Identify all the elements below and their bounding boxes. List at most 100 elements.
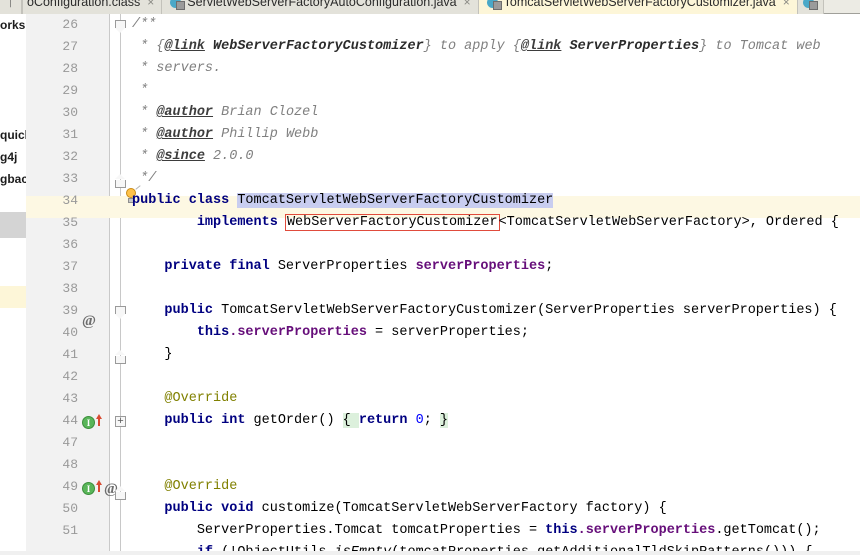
matched-brace-open: { — [342, 413, 359, 428]
field-reference: serverProperties — [237, 325, 367, 340]
line-number: 42 — [62, 369, 78, 384]
code-line-28[interactable]: * servers. — [132, 58, 860, 80]
javadoc-since-value: 2.0.0 — [204, 149, 254, 164]
keyword-public-class: public class — [132, 193, 238, 208]
line-number: 47 — [62, 435, 78, 450]
closing-brace: } — [164, 347, 173, 362]
tab-close-icon[interactable]: × — [147, 0, 154, 8]
code-line-48[interactable]: @Override — [132, 476, 860, 498]
javadoc-link-tag: @link — [520, 39, 562, 54]
code-line-26[interactable]: /** — [132, 14, 860, 36]
line-number: 37 — [62, 259, 78, 274]
highlighted-interface-name[interactable]: WebServerFactoryCustomizer — [284, 214, 500, 231]
field-reference: serverProperties — [585, 523, 716, 538]
project-tree-item[interactable] — [0, 286, 26, 308]
code-line-39[interactable]: public TomcatServletWebServerFactoryCust… — [132, 300, 860, 322]
keyword-this: this — [545, 523, 578, 538]
tab-bar-left-control[interactable]: ⏐ — [0, 0, 22, 14]
tab-oconfiguration-class[interactable]: oConfiguration.class × — [22, 0, 163, 14]
project-tree-item-label: orksp — [0, 18, 26, 32]
project-tree-item[interactable]: gbac — [0, 168, 26, 190]
method-call-gettomcat: .getTomcat(); — [715, 523, 821, 538]
javadoc-open: /** — [132, 17, 157, 32]
line-number: 31 — [62, 127, 78, 142]
field-type: ServerProperties — [277, 259, 416, 274]
line-number: 36 — [62, 237, 78, 252]
code-line-50[interactable]: ServerProperties.Tomcat tomcatProperties… — [132, 520, 860, 542]
java-class-icon — [802, 0, 818, 10]
code-line-29[interactable]: * — [132, 80, 860, 102]
override-annotation: @Override — [164, 391, 238, 406]
line-number: 50 — [62, 501, 78, 516]
code-text-area[interactable]: /** * {@link WebServerFactoryCustomizer}… — [110, 14, 860, 555]
project-tree-item-label: quick — [0, 128, 26, 142]
code-line-31[interactable]: * @author Phillip Webb — [132, 124, 860, 146]
implementing-method-icon[interactable]: I — [82, 482, 95, 495]
line-number: 38 — [62, 281, 78, 296]
project-panel[interactable]: orksp quick g4j gbac — [0, 14, 26, 555]
line-number: 41 — [62, 347, 78, 362]
javadoc-text: * — [132, 149, 157, 164]
code-line-33[interactable]: */ — [132, 168, 860, 190]
javadoc-text: * — [132, 83, 149, 98]
dot-operator: . — [577, 523, 586, 538]
keyword-this: this — [196, 325, 230, 340]
ide-window: orksp quick g4j gbac 26 27 28 29 30 31 3… — [0, 0, 860, 555]
editor-tab-bar[interactable]: ⏐ oConfiguration.class × ServletWebServe… — [0, 0, 860, 14]
matched-brace-close: } — [439, 413, 448, 428]
code-editor[interactable]: 26 27 28 29 30 31 32 33 34 35 36 37 38 3… — [26, 14, 860, 555]
project-tree-item-label: gbac — [0, 172, 26, 186]
tab-servletwebserverfactoryautoconfiguration-java[interactable]: ServletWebServerFactoryAutoConfiguration… — [162, 0, 479, 14]
line-number: 51 — [62, 523, 78, 538]
line-number: 35 — [62, 215, 78, 230]
javadoc-author-value: Brian Clozel — [213, 105, 319, 120]
code-line-40[interactable]: this.serverProperties = serverProperties… — [132, 322, 860, 344]
class-name-identifier[interactable]: TomcatServletWebServerFactoryCustomizer — [237, 193, 554, 208]
javadoc-text: * — [132, 127, 157, 142]
tab-tomcatservletwebserverfactorycustomizer-java[interactable]: TomcatServletWebServerFactoryCustomizer.… — [478, 0, 798, 14]
code-line-34[interactable]: public class TomcatServletWebServerFacto… — [132, 190, 860, 212]
keyword-public-void: public void — [164, 501, 262, 516]
code-line-41[interactable]: } — [132, 344, 860, 366]
tab-label: TomcatServletWebServerFactoryCustomizer.… — [503, 0, 776, 9]
keyword-public-int: public int — [164, 413, 254, 428]
code-line-27[interactable]: * {@link WebServerFactoryCustomizer} to … — [132, 36, 860, 58]
tab-label: oConfiguration.class — [27, 0, 141, 9]
code-line-32[interactable]: * @since 2.0.0 — [132, 146, 860, 168]
constructor-signature: TomcatServletWebServerFactoryCustomizer(… — [221, 303, 837, 318]
code-line-43[interactable]: @Override — [132, 388, 860, 410]
status-bar-strip — [0, 551, 860, 555]
semicolon: ; — [545, 259, 554, 274]
line-number: 40 — [62, 325, 78, 340]
assignment-expression: = serverProperties; — [366, 325, 529, 340]
project-tree-item-label: g4j — [0, 150, 18, 164]
javadoc-link-tag: @link — [164, 39, 205, 54]
annotation-gutter-icon[interactable]: @ — [82, 314, 96, 329]
line-number: 26 — [62, 17, 78, 32]
pin-icon: ⏐ — [7, 0, 14, 8]
line-number: 49 — [62, 479, 78, 494]
project-tree-item[interactable]: quick — [0, 124, 26, 146]
code-line-44[interactable]: public int getOrder() { return 0; } — [132, 410, 860, 432]
project-tree-item-selected[interactable] — [0, 212, 26, 238]
project-tree-item[interactable]: g4j — [0, 146, 26, 168]
tab-overflow[interactable] — [797, 0, 824, 14]
javadoc-text: * servers. — [132, 61, 222, 76]
javadoc-text: } to apply { — [423, 39, 521, 54]
keyword-public: public — [164, 303, 222, 318]
javadoc-since-tag: @since — [156, 149, 205, 164]
tab-close-icon[interactable]: × — [464, 0, 471, 8]
numeric-literal: 0 — [415, 413, 424, 428]
implementing-method-icon[interactable]: I — [82, 416, 95, 429]
javadoc-close: */ — [132, 171, 157, 186]
line-number: 39 — [62, 303, 78, 318]
code-line-37[interactable]: private final ServerProperties serverPro… — [132, 256, 860, 278]
code-line-35[interactable]: implements WebServerFactoryCustomizer<To… — [132, 212, 860, 234]
project-tree-item[interactable]: orksp — [0, 14, 26, 36]
tab-close-icon[interactable]: × — [783, 0, 790, 8]
code-line-30[interactable]: * @author Brian Clozel — [132, 102, 860, 124]
method-signature-customize: customize(TomcatServletWebServerFactory … — [261, 501, 667, 516]
line-number: 43 — [62, 391, 78, 406]
javadoc-author-tag: @author — [156, 127, 214, 142]
code-line-49[interactable]: public void customize(TomcatServletWebSe… — [132, 498, 860, 520]
